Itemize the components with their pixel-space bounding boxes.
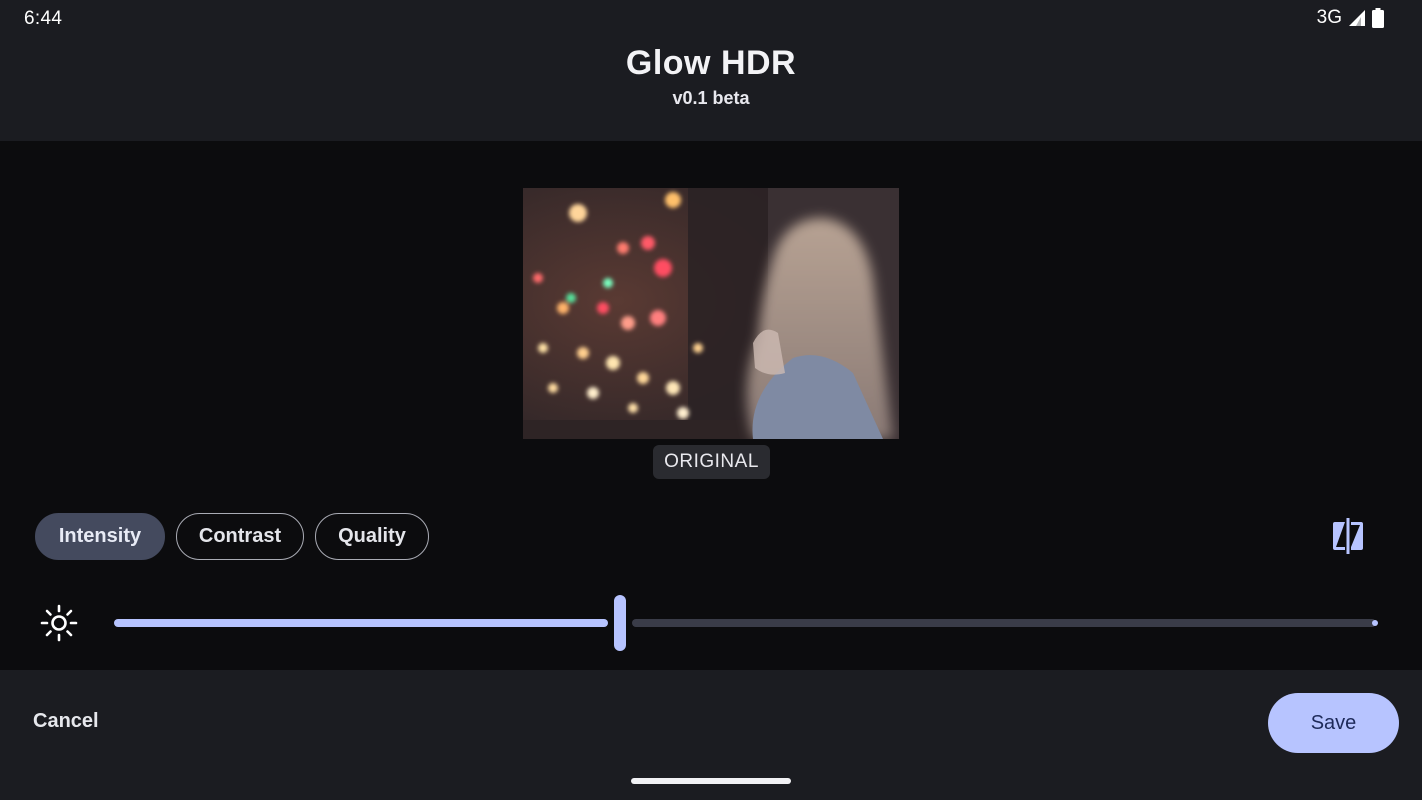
- chip-contrast[interactable]: Contrast: [176, 513, 304, 560]
- status-time: 6:44: [24, 8, 63, 29]
- brightness-icon: [40, 604, 78, 642]
- status-icons: 3G: [1317, 7, 1384, 29]
- chip-quality[interactable]: Quality: [315, 513, 429, 560]
- app-title: Glow HDR: [625, 44, 797, 82]
- top-app-bar: 6:44 3G Glow HDR v0.1 beta: [0, 0, 1422, 141]
- glow-hdr-screen: 6:44 3G Glow HDR v0.1 beta ORIGINAL Inte…: [0, 0, 1422, 800]
- slider-track-inactive[interactable]: [632, 619, 1376, 627]
- save-button[interactable]: Save: [1268, 693, 1399, 753]
- image-preview-area: ORIGINAL Intensity Contrast Quality: [0, 141, 1422, 670]
- original-label: ORIGINAL: [653, 445, 770, 479]
- chip-intensity[interactable]: Intensity: [35, 513, 165, 560]
- slider-end-stop: [1372, 620, 1378, 626]
- slider-track-active[interactable]: [114, 619, 608, 627]
- battery-icon: [1372, 8, 1384, 28]
- compare-icon: [1333, 518, 1363, 554]
- preview-photo[interactable]: [523, 188, 899, 439]
- app-version: v0.1 beta: [672, 88, 750, 108]
- slider-thumb[interactable]: [614, 595, 626, 651]
- intensity-slider[interactable]: [114, 593, 1380, 653]
- cancel-button[interactable]: Cancel: [33, 710, 99, 733]
- compare-button[interactable]: [1326, 514, 1370, 558]
- gesture-nav-handle[interactable]: [631, 778, 791, 784]
- network-type: 3G: [1316, 7, 1342, 28]
- bottom-action-bar: Cancel Save: [0, 670, 1422, 800]
- signal-icon: [1348, 9, 1366, 27]
